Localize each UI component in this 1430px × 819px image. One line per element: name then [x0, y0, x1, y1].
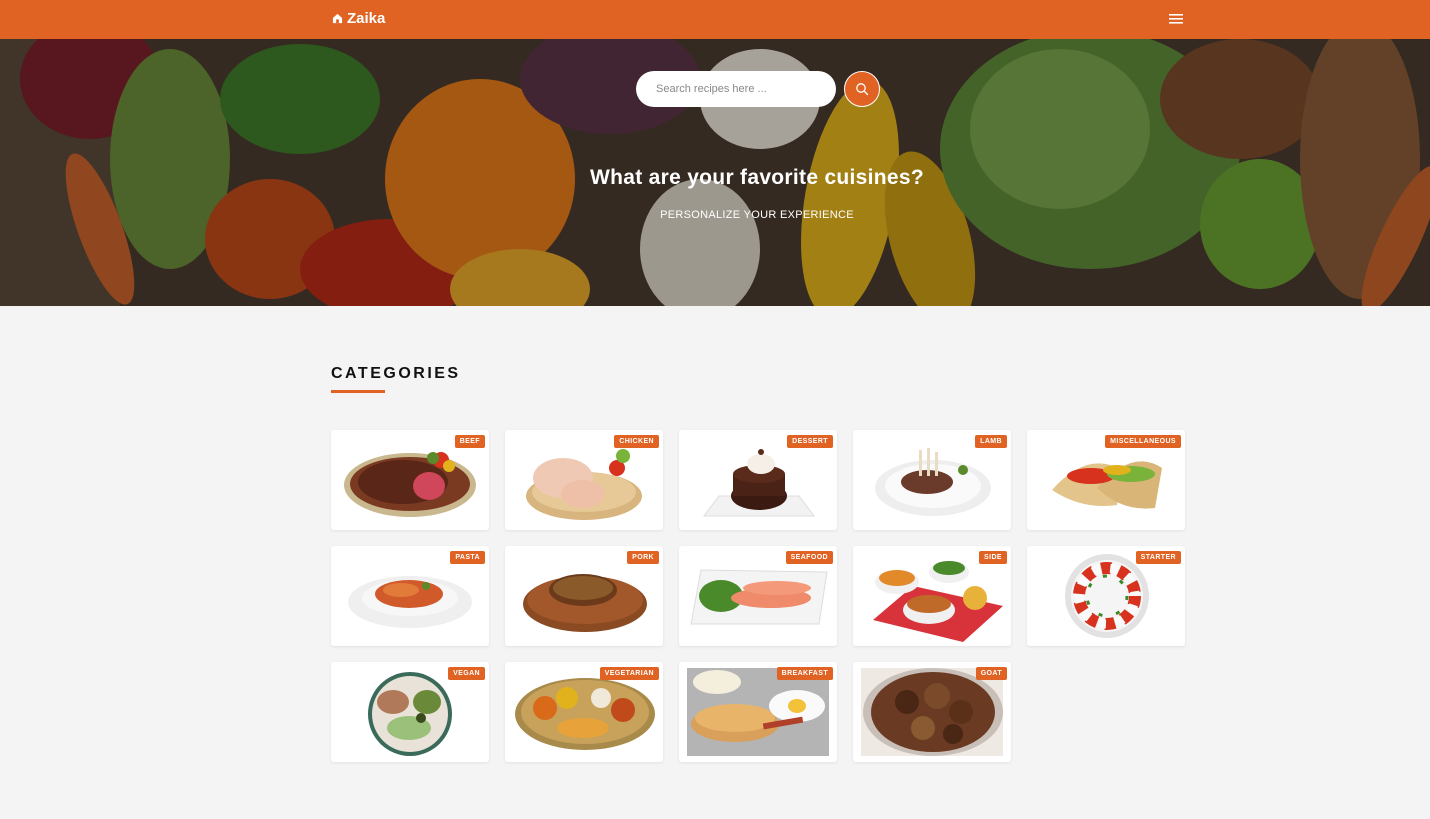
category-card-vegan[interactable]: VEGAN: [331, 662, 489, 762]
category-badge: PORK: [627, 551, 659, 564]
category-card-side[interactable]: SIDE: [853, 546, 1011, 646]
category-card-seafood[interactable]: SEAFOOD: [679, 546, 837, 646]
category-card-beef[interactable]: BEEF: [331, 430, 489, 530]
brand-logo-link[interactable]: Zaika: [332, 10, 385, 27]
category-badge: CHICKEN: [614, 435, 659, 448]
category-card-lamb[interactable]: LAMB: [853, 430, 1011, 530]
home-icon: [332, 13, 343, 24]
category-card-vegetarian[interactable]: VEGETARIAN: [505, 662, 663, 762]
category-badge: MISCELLANEOUS: [1105, 435, 1181, 448]
category-card-chicken[interactable]: CHICKEN: [505, 430, 663, 530]
search-input[interactable]: [636, 71, 836, 107]
category-card-dessert[interactable]: DESSERT: [679, 430, 837, 530]
navbar: Zaika: [0, 0, 1430, 39]
brand-name: Zaika: [347, 10, 386, 27]
search-icon: [856, 83, 869, 96]
category-card-breakfast[interactable]: BREAKFAST: [679, 662, 837, 762]
heading-underline: [331, 390, 385, 393]
hero-subtitle: PERSONALIZE YOUR EXPERIENCE: [660, 209, 854, 221]
category-badge: SIDE: [979, 551, 1007, 564]
category-card-miscellaneous[interactable]: MISCELLANEOUS: [1027, 430, 1185, 530]
category-badge: DESSERT: [787, 435, 833, 448]
categories-heading: CATEGORIES: [331, 365, 461, 382]
category-badge: VEGETARIAN: [599, 667, 659, 680]
category-badge: PASTA: [450, 551, 485, 564]
category-card-pasta[interactable]: PASTA: [331, 546, 489, 646]
category-badge: BREAKFAST: [776, 667, 833, 680]
search-button[interactable]: [844, 71, 880, 107]
category-card-goat[interactable]: GOAT: [853, 662, 1011, 762]
category-badge: STARTER: [1135, 551, 1181, 564]
category-card-starter[interactable]: STARTER: [1027, 546, 1185, 646]
hamburger-icon[interactable]: [1166, 11, 1186, 27]
hero-title: What are your favorite cuisines?: [589, 166, 925, 189]
category-badge: BEEF: [454, 435, 485, 448]
category-badge: VEGAN: [448, 667, 485, 680]
category-badge: SEAFOOD: [785, 551, 833, 564]
category-card-pork[interactable]: PORK: [505, 546, 663, 646]
category-badge: GOAT: [975, 667, 1007, 680]
category-badge: LAMB: [975, 435, 1007, 448]
